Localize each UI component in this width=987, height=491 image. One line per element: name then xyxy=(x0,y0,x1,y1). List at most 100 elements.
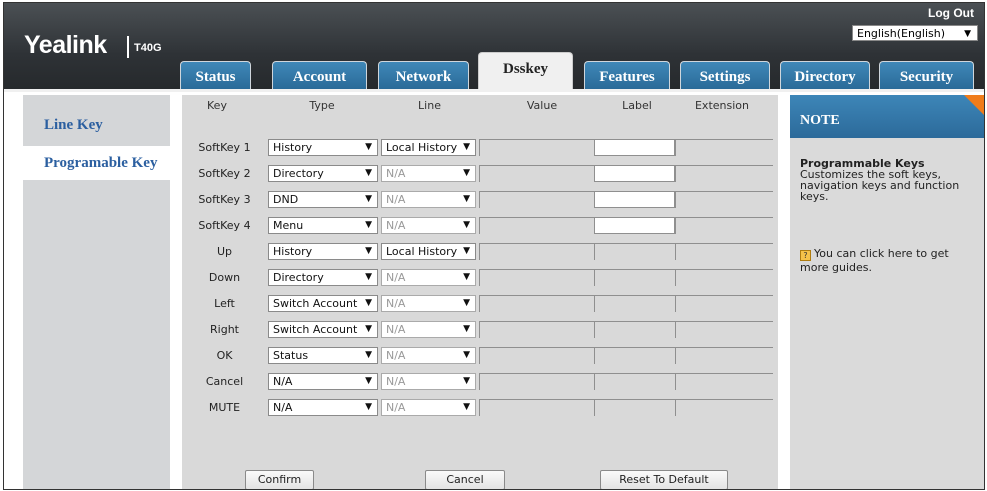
reset-to-default-button[interactable]: Reset To Default xyxy=(600,470,728,489)
note-text: Customizes the soft keys, navigation key… xyxy=(800,168,960,203)
label-field[interactable] xyxy=(594,399,675,416)
type-value: N/A xyxy=(273,401,293,414)
row-key-label: OK xyxy=(216,349,233,362)
tab-settings[interactable]: Settings xyxy=(680,61,770,89)
line-select[interactable]: Local History ▼ xyxy=(381,139,476,156)
row-key-label: SoftKey 1 xyxy=(198,141,251,154)
type-select[interactable]: Switch Account ▼ xyxy=(268,321,378,338)
type-select[interactable]: Directory ▼ xyxy=(268,269,378,286)
help-book-icon: ? xyxy=(800,250,811,261)
value-field[interactable] xyxy=(479,191,594,208)
type-select[interactable]: Switch Account ▼ xyxy=(268,295,378,312)
extension-field[interactable] xyxy=(675,191,773,208)
tab-account[interactable]: Account xyxy=(272,61,367,89)
value-field[interactable] xyxy=(479,347,594,364)
extension-field[interactable] xyxy=(675,269,773,286)
value-field[interactable] xyxy=(479,139,594,156)
label-field[interactable] xyxy=(594,139,675,156)
value-field[interactable] xyxy=(479,243,594,260)
value-field[interactable] xyxy=(479,269,594,286)
chevron-down-icon: ▼ xyxy=(365,194,372,204)
label-field[interactable] xyxy=(594,347,675,364)
confirm-button[interactable]: Confirm xyxy=(245,470,314,489)
label-field[interactable] xyxy=(594,321,675,338)
line-select[interactable]: N/A ▼ xyxy=(381,321,476,338)
chevron-down-icon: ▼ xyxy=(463,350,470,360)
tab-status[interactable]: Status xyxy=(180,61,251,89)
app-window: Yealink T40G Log Out English(English) ▼ … xyxy=(3,2,985,490)
line-select[interactable]: N/A ▼ xyxy=(381,165,476,182)
extension-field[interactable] xyxy=(675,347,773,364)
row-key-label: SoftKey 3 xyxy=(198,193,251,206)
line-value: Local History xyxy=(386,245,458,258)
language-value: English(English) xyxy=(857,27,946,40)
type-select[interactable]: DND ▼ xyxy=(268,191,378,208)
chevron-down-icon: ▼ xyxy=(463,142,470,152)
type-select[interactable]: Status ▼ xyxy=(268,347,378,364)
type-select[interactable]: Menu ▼ xyxy=(268,217,378,234)
type-select[interactable]: History ▼ xyxy=(268,243,378,260)
note-guide-link[interactable]: ? You can click here to get more guides. xyxy=(800,247,975,274)
type-select[interactable]: History ▼ xyxy=(268,139,378,156)
cancel-button[interactable]: Cancel xyxy=(425,470,505,489)
line-select[interactable]: N/A ▼ xyxy=(381,373,476,390)
line-value: N/A xyxy=(386,193,406,206)
tab-features[interactable]: Features xyxy=(584,61,670,89)
line-select[interactable]: Local History ▼ xyxy=(381,243,476,260)
label-field[interactable] xyxy=(594,243,675,260)
language-select[interactable]: English(English) ▼ xyxy=(852,25,978,41)
extension-field[interactable] xyxy=(675,321,773,338)
value-field[interactable] xyxy=(479,295,594,312)
value-field[interactable] xyxy=(479,165,594,182)
label-field[interactable] xyxy=(594,269,675,286)
sidebar-item-line-key[interactable]: Line Key xyxy=(23,108,170,142)
tab-network[interactable]: Network xyxy=(378,61,469,89)
label-field[interactable] xyxy=(594,191,675,208)
chevron-down-icon: ▼ xyxy=(463,376,470,386)
chevron-down-icon: ▼ xyxy=(365,272,372,282)
main-tabs: Status Account Network Dsskey Features S… xyxy=(4,52,984,89)
value-field[interactable] xyxy=(479,217,594,234)
line-select[interactable]: N/A ▼ xyxy=(381,347,476,364)
extension-field[interactable] xyxy=(675,139,773,156)
chevron-down-icon: ▼ xyxy=(463,272,470,282)
line-select[interactable]: N/A ▼ xyxy=(381,269,476,286)
type-select[interactable]: Directory ▼ xyxy=(268,165,378,182)
value-field[interactable] xyxy=(479,321,594,338)
note-panel: NOTE Programmable Keys Customizes the so… xyxy=(790,95,984,489)
row-key-label: Cancel xyxy=(205,375,244,388)
chevron-down-icon: ▼ xyxy=(365,220,372,230)
value-field[interactable] xyxy=(479,399,594,416)
extension-field[interactable] xyxy=(675,165,773,182)
row-key-label: Down xyxy=(208,271,241,284)
type-value: Directory xyxy=(273,167,324,180)
label-field[interactable] xyxy=(594,217,675,234)
chevron-down-icon: ▼ xyxy=(365,324,372,334)
label-field[interactable] xyxy=(594,295,675,312)
line-select[interactable]: N/A ▼ xyxy=(381,295,476,312)
tab-security[interactable]: Security xyxy=(879,61,974,89)
extension-field[interactable] xyxy=(675,243,773,260)
sidebar-item-programable-key[interactable]: Programable Key xyxy=(23,146,170,180)
tab-directory[interactable]: Directory xyxy=(780,61,870,89)
tab-dsskey[interactable]: Dsskey xyxy=(478,52,573,89)
extension-field[interactable] xyxy=(675,373,773,390)
sidebar: Line Key Programable Key xyxy=(23,95,170,489)
logout-link[interactable]: Log Out xyxy=(928,6,974,20)
line-select[interactable]: N/A ▼ xyxy=(381,399,476,416)
line-select[interactable]: N/A ▼ xyxy=(381,191,476,208)
value-field[interactable] xyxy=(479,373,594,390)
chevron-down-icon: ▼ xyxy=(365,168,372,178)
type-select[interactable]: N/A ▼ xyxy=(268,399,378,416)
type-select[interactable]: N/A ▼ xyxy=(268,373,378,390)
extension-field[interactable] xyxy=(675,399,773,416)
label-field[interactable] xyxy=(594,373,675,390)
line-select[interactable]: N/A ▼ xyxy=(381,217,476,234)
line-value: N/A xyxy=(386,297,406,310)
note-guide-text: You can click here to get more guides. xyxy=(800,247,949,274)
label-field[interactable] xyxy=(594,165,675,182)
note-heading: NOTE xyxy=(790,95,984,138)
extension-field[interactable] xyxy=(675,217,773,234)
row-key-label: SoftKey 4 xyxy=(198,219,251,232)
extension-field[interactable] xyxy=(675,295,773,312)
